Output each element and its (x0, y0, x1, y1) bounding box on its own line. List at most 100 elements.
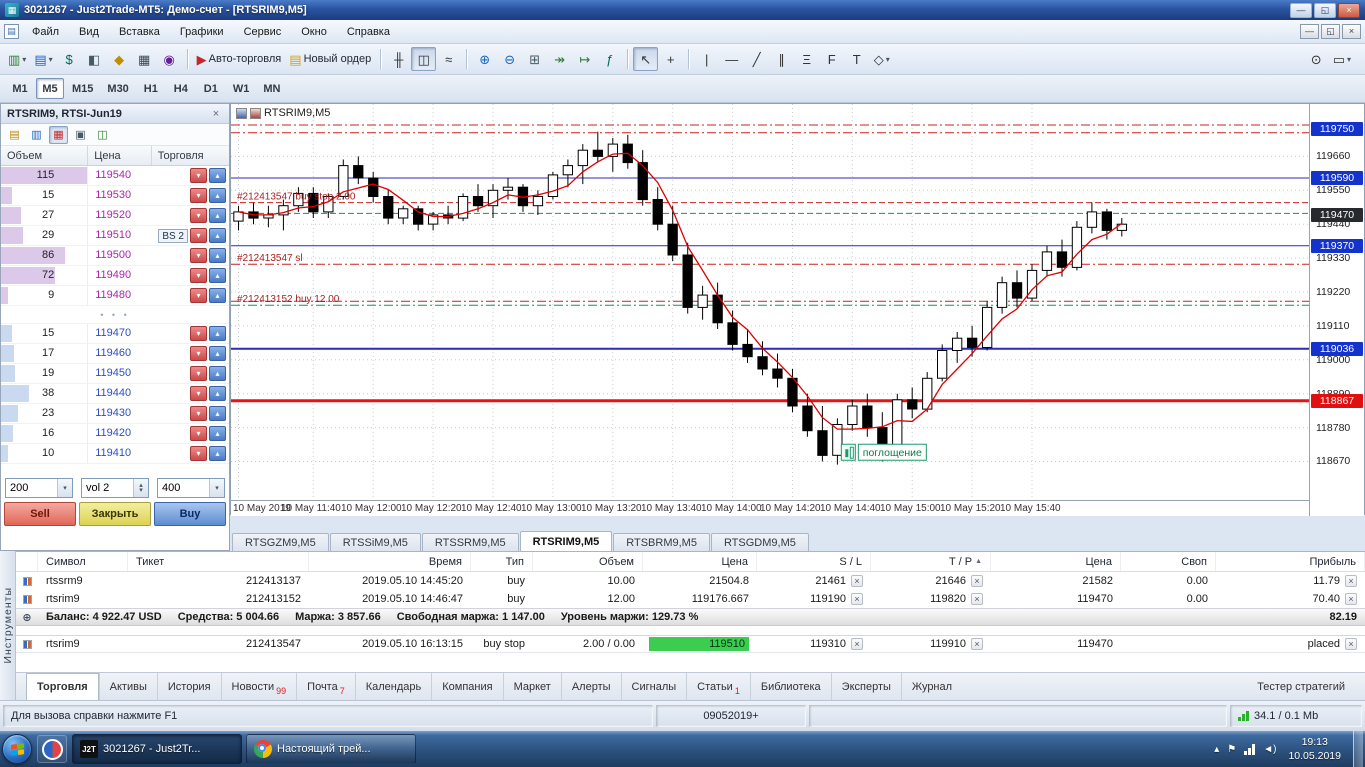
sell-at-price-button[interactable]: ▾ (190, 168, 207, 183)
column-header-2[interactable]: Тикет (128, 552, 309, 571)
chart-tab-rtsgzm9[interactable]: RTSGZM9,M5 (232, 533, 329, 551)
dom-time-sales-button[interactable]: ◫ (93, 126, 112, 144)
line-chart-button[interactable]: ≈ (436, 47, 461, 71)
chart-tab-rtsgdm9[interactable]: RTSGDM9,M5 (710, 533, 809, 551)
column-header-9[interactable]: Цена (991, 552, 1121, 571)
crosshair-button[interactable]: + (658, 47, 683, 71)
remove-icon[interactable]: × (851, 638, 863, 650)
text-label-button[interactable]: T (844, 47, 869, 71)
layouts-button[interactable]: ▭ ▾ (1329, 47, 1355, 71)
timeframe-h1[interactable]: H1 (137, 78, 165, 99)
chart-tab-rtssim9[interactable]: RTSSiM9,M5 (329, 533, 421, 551)
sell-at-price-button[interactable]: ▾ (190, 326, 207, 341)
remove-icon[interactable]: × (851, 593, 863, 605)
pattern-note[interactable]: поглощение (840, 443, 927, 461)
bottom-tab-trade[interactable]: Торговля (26, 673, 99, 700)
price-value[interactable]: 119450 (88, 364, 151, 383)
new-order-button[interactable]: ▤ Новый ордер (285, 47, 375, 71)
buy-at-price-button[interactable]: ▴ (209, 168, 226, 183)
chevron-down-icon[interactable]: ▾ (209, 479, 224, 497)
price-value[interactable]: 119540 (88, 166, 151, 185)
timeframe-m5[interactable]: M5 (36, 78, 64, 99)
buy-at-price-button[interactable]: ▴ (209, 268, 226, 283)
dom-depth-button[interactable]: ▦ (49, 125, 68, 144)
chevron-down-icon[interactable]: ▾ (57, 479, 72, 497)
price-value[interactable]: 119490 (88, 266, 151, 285)
dom-new-order-button[interactable]: ▤ (5, 126, 24, 144)
menu-charts[interactable]: Графики (170, 22, 234, 42)
buy-at-price-button[interactable]: ▴ (209, 446, 226, 461)
sell-at-price-button[interactable]: ▾ (190, 406, 207, 421)
close-icon[interactable]: × (209, 108, 223, 120)
column-header-7[interactable]: S / L (757, 552, 871, 571)
price-axis[interactable]: 119660 119550 119440 119330 119220 119110 1190… (1309, 104, 1364, 516)
data-window-button[interactable]: ◧ (82, 47, 107, 71)
menu-insert[interactable]: Вставка (109, 22, 170, 42)
menu-tools[interactable]: Сервис (234, 22, 292, 42)
bottom-tab-market[interactable]: Маркет (502, 673, 561, 700)
tp-points-input[interactable] (158, 482, 209, 494)
fibonacci-button[interactable]: Ξ (794, 47, 819, 71)
equidistant-channel-button[interactable]: ∥ (769, 47, 794, 71)
order-row[interactable]: rtsrim9 212413547 2019.05.10 16:13:15 buy s… (16, 635, 1365, 653)
start-button[interactable] (2, 734, 32, 764)
timeframe-mn[interactable]: MN (257, 78, 286, 99)
indicators-button[interactable]: ƒ (597, 47, 622, 71)
remove-icon[interactable]: × (971, 575, 983, 587)
sell-at-price-button[interactable]: ▾ (190, 446, 207, 461)
sell-at-price-button[interactable]: ▾ (190, 188, 207, 203)
buy-at-price-button[interactable]: ▴ (209, 188, 226, 203)
timeframe-m15[interactable]: M15 (66, 78, 99, 99)
price-value[interactable]: 119410 (88, 444, 151, 463)
chart-tab-rtsrim9[interactable]: RTSRIM9,M5 (519, 531, 613, 551)
child-restore-button[interactable]: ◱ (1321, 24, 1340, 39)
arrow-objects-button[interactable]: ◇ ▾ (869, 47, 894, 71)
buy-at-price-button[interactable]: ▴ (209, 346, 226, 361)
menu-window[interactable]: Окно (291, 22, 337, 42)
strategy-tester-button[interactable]: ◉ (157, 47, 182, 71)
timeframe-m1[interactable]: M1 (6, 78, 34, 99)
bottom-tab-history[interactable]: История (156, 673, 221, 700)
bottom-tab-alerts[interactable]: Алерты (560, 673, 621, 700)
price-value[interactable]: 119520 (88, 206, 151, 225)
tile-windows-button[interactable]: ⊞ (522, 47, 547, 71)
price-value[interactable]: 119510 (88, 226, 151, 245)
position-row[interactable]: rtssrm9 212413137 2019.05.10 14:45:20 buy 10… (16, 572, 1365, 590)
price-value[interactable]: 119440 (88, 384, 151, 403)
dom-chart-button[interactable]: ▥ (27, 126, 46, 144)
column-header-10[interactable]: Своп (1121, 552, 1216, 571)
price-value[interactable]: 119460 (88, 344, 151, 363)
close-button[interactable]: × (1338, 2, 1360, 18)
vertical-line-button[interactable]: | (694, 47, 719, 71)
volume-icon[interactable]: ◄) (1263, 744, 1276, 755)
remove-icon[interactable]: × (971, 638, 983, 650)
sell-at-price-button[interactable]: ▾ (190, 366, 207, 381)
bottom-tab-experts[interactable]: Эксперты (830, 673, 901, 700)
remove-icon[interactable]: × (851, 575, 863, 587)
timeframe-h4[interactable]: H4 (167, 78, 195, 99)
column-header-4[interactable]: Тип (471, 552, 533, 571)
strategy-tester-link[interactable]: Тестер стратегий (1247, 681, 1355, 693)
sl-points-input[interactable] (6, 482, 57, 494)
bottom-tab-mailbox[interactable]: Почта 7 (296, 673, 355, 700)
buy-at-price-button[interactable]: ▴ (209, 228, 226, 243)
menu-file[interactable]: Файл (22, 22, 69, 42)
show-desktop-button[interactable] (1353, 731, 1363, 767)
menu-view[interactable]: Вид (69, 22, 109, 42)
price-value[interactable]: 119420 (88, 424, 151, 443)
auto-scroll-button[interactable]: ↠ (547, 47, 572, 71)
taskbar-clock[interactable]: 19:13 10.05.2019 (1284, 735, 1345, 763)
sell-at-price-button[interactable]: ▾ (190, 268, 207, 283)
column-header-11[interactable]: Прибыль (1216, 552, 1365, 571)
zoom-out-button[interactable]: ⊖ (497, 47, 522, 71)
sell-at-price-button[interactable]: ▾ (190, 248, 207, 263)
buy-at-price-button[interactable]: ▴ (209, 208, 226, 223)
remove-icon[interactable]: × (1345, 638, 1357, 650)
bottom-tab-library[interactable]: Библиотека (749, 673, 831, 700)
spinner-icon[interactable]: ▴ ▾ (133, 479, 148, 497)
taskbar-button-browser[interactable]: Настоящий трей... (246, 734, 416, 764)
candles-chart-button[interactable]: ◫ (411, 47, 437, 71)
price-value[interactable]: 119470 (88, 324, 151, 343)
buy-at-price-button[interactable]: ▴ (209, 326, 226, 341)
sell-at-price-button[interactable]: ▾ (190, 386, 207, 401)
